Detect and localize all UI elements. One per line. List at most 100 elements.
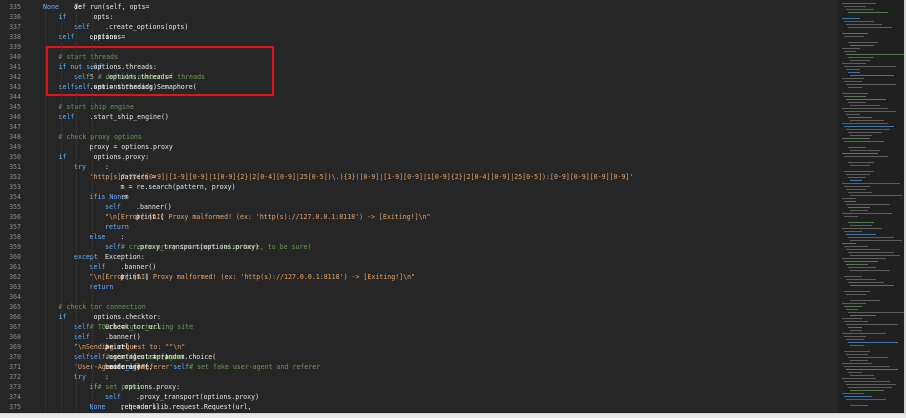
code-line[interactable]: 338 options = self .options xyxy=(0,32,836,42)
code-line[interactable]: 356 print ("\n[Error] [AI] Proxy malforme… xyxy=(0,212,836,222)
code-line[interactable]: 355 self .banner() xyxy=(0,202,836,212)
code-line[interactable]: 357 return xyxy=(0,222,836,232)
code-line[interactable]: 369 print("\nSending request to: " + url … xyxy=(0,342,836,352)
code-text: self .proxy_transport(options.proxy) # cr… xyxy=(105,242,311,252)
code-line[interactable]: 345 # start ship engine xyxy=(0,102,836,112)
minimap-line xyxy=(850,330,862,331)
minimap-line xyxy=(850,210,868,211)
minimap-line xyxy=(844,246,868,247)
code-line[interactable]: 368 self .banner() xyxy=(0,332,836,342)
code-line[interactable]: 359 self .proxy_transport(options.proxy) #… xyxy=(0,242,836,252)
minimap-line xyxy=(846,384,896,385)
code-token: self xyxy=(105,393,121,401)
line-number: 351 xyxy=(9,163,21,171)
code-token: .start_ship_engine() xyxy=(89,113,169,121)
code-line[interactable]: 375 req = urllib.request.Request(url, Non… xyxy=(0,402,836,412)
code-token: # check tor connection xyxy=(58,303,146,311)
code-line[interactable]: 346 self .start_ship_engine() xyxy=(0,112,836,122)
code-line[interactable]: 354 if m is None: xyxy=(0,192,836,202)
minimap-line xyxy=(848,12,888,13)
code-line[interactable]: 349 proxy = options.proxy xyxy=(0,142,836,152)
minimap[interactable] xyxy=(838,0,904,413)
code-token: .banner() xyxy=(120,263,157,271)
code-token: .banner() xyxy=(105,333,141,341)
code-line[interactable]: 351 try: xyxy=(0,162,836,172)
code-token: options.proxy: xyxy=(89,153,150,161)
minimap-line xyxy=(848,252,894,253)
line-number: 364 xyxy=(9,293,21,301)
code-token: def run(self, opts= xyxy=(74,3,150,11)
code-line[interactable]: 374 self .proxy_transport(options.proxy) xyxy=(0,392,836,402)
code-line[interactable]: 335 def run(self, opts= None): xyxy=(0,2,836,12)
minimap-line xyxy=(848,27,892,28)
line-number: 340 xyxy=(9,53,21,61)
minimap-line xyxy=(844,6,866,7)
minimap-line xyxy=(848,372,862,373)
code-token: 'http[s]?://(([0-9]|[1-9][0-9]|1[0-9]{2}… xyxy=(89,173,634,181)
code-line[interactable]: 370 self .user_agent = random.choice(self.… xyxy=(0,352,836,362)
code-line[interactable]: 361 self .banner() xyxy=(0,262,836,272)
minimap-line xyxy=(846,234,876,235)
minimap-line xyxy=(844,306,862,307)
minimap-line xyxy=(842,138,870,139)
minimap-line xyxy=(846,84,896,85)
code-line[interactable]: 348 # check proxy options xyxy=(0,132,836,142)
code-line[interactable]: 352 pattern = 'http[s]?://(([0-9]|[1-9][0… xyxy=(0,172,836,182)
code-line[interactable]: 337 self .create_options(opts) xyxy=(0,22,836,32)
code-text: self .proxy_transport(options.proxy) xyxy=(105,392,259,402)
minimap-line xyxy=(848,132,882,133)
code-line[interactable]: 372 try: xyxy=(0,372,836,382)
code-line[interactable]: 363 return xyxy=(0,282,836,292)
code-line[interactable]: 360 except Exception: xyxy=(0,252,836,262)
minimap-line xyxy=(846,309,858,310)
code-line[interactable]: 371 headers = {'User-Agent' : self .user_a… xyxy=(0,362,836,372)
line-number: 353 xyxy=(9,183,21,191)
code-token: print ( xyxy=(136,213,164,221)
minimap-line xyxy=(842,3,876,4)
code-line[interactable]: 373 if options.proxy: # set proxy xyxy=(0,382,836,392)
minimap-line xyxy=(844,96,866,97)
code-line[interactable]: 347 xyxy=(0,122,836,132)
code-line[interactable]: 350 if options.proxy: xyxy=(0,152,836,162)
line-number: 366 xyxy=(9,313,21,321)
minimap-line xyxy=(842,18,860,19)
minimap-line xyxy=(850,195,902,196)
minimap-line xyxy=(842,333,886,334)
minimap-line xyxy=(850,105,880,106)
minimap-line xyxy=(844,321,868,322)
code-line[interactable]: 353 m = re.search(pattern, proxy) xyxy=(0,182,836,192)
minimap-line xyxy=(848,237,894,238)
line-number: 346 xyxy=(9,113,21,121)
minimap-line xyxy=(848,87,862,88)
code-line[interactable]: 366 if options.checktor: xyxy=(0,312,836,322)
minimap-line xyxy=(848,282,884,283)
code-line[interactable]: 336 if opts: xyxy=(0,12,836,22)
minimap-line xyxy=(842,108,888,109)
minimap-line xyxy=(848,222,874,223)
minimap-line xyxy=(846,174,870,175)
minimap-line xyxy=(848,72,860,73)
minimap-line xyxy=(850,165,870,166)
minimap-line xyxy=(844,276,862,277)
code-line[interactable]: 367 url = self .check_tor_url # TOR status… xyxy=(0,322,836,332)
minimap-line xyxy=(850,270,890,271)
code-line[interactable]: 365 # check tor connection xyxy=(0,302,836,312)
code-token: "\n" xyxy=(169,343,186,351)
minimap-line xyxy=(842,243,856,244)
code-text: def run(self, opts= None): xyxy=(43,2,149,12)
code-line[interactable]: 376 tor_reply = urllib.request.urlopen(re… xyxy=(0,412,836,413)
minimap-line xyxy=(842,198,856,199)
code-text: pattern = 'http[s]?://(([0-9]|[1-9][0-9]… xyxy=(90,172,634,182)
code-token: opts: xyxy=(89,13,114,21)
minimap-line xyxy=(846,9,874,10)
code-line[interactable]: 362 print ("\n[Error] [AI] Proxy malforme… xyxy=(0,272,836,282)
minimap-line xyxy=(842,33,868,34)
minimap-line xyxy=(844,51,856,52)
code-line[interactable]: 358 else: xyxy=(0,232,836,242)
minimap-line xyxy=(844,141,884,142)
minimap-line xyxy=(842,63,866,64)
minimap-line xyxy=(850,315,876,316)
code-line[interactable]: 364 xyxy=(0,292,836,302)
code-token: .proxy_transport(options.proxy) xyxy=(136,393,260,401)
minimap-line xyxy=(848,192,872,193)
